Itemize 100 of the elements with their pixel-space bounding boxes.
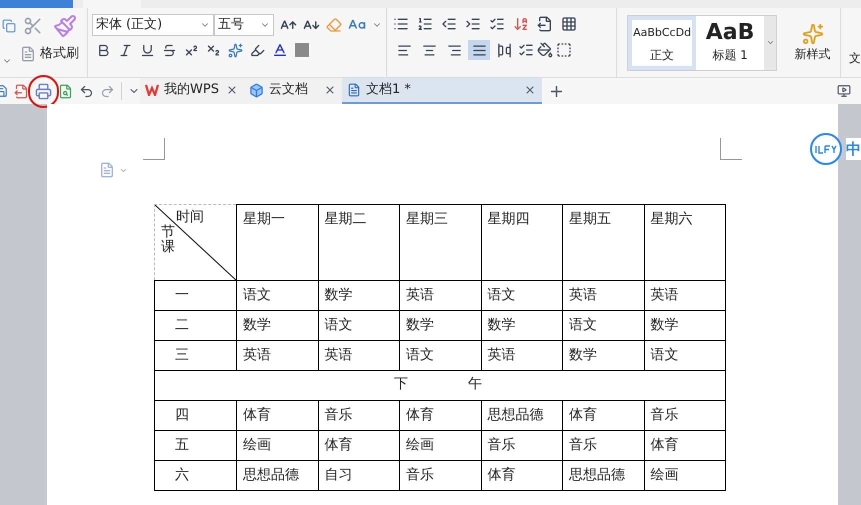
table-cell: 绘画 xyxy=(644,460,726,490)
table-cell: 星期五 xyxy=(562,204,644,280)
borders-icon[interactable] xyxy=(556,42,572,58)
table-cell: 体育 xyxy=(481,460,562,490)
document-tab[interactable]: 文档1 * xyxy=(342,78,542,104)
document-tab[interactable]: 云文档 xyxy=(244,78,342,104)
table-cell: 音乐 xyxy=(481,430,562,460)
table-cell: 星期二 xyxy=(318,204,400,280)
cube-icon xyxy=(249,82,264,98)
numbered-list-icon[interactable] xyxy=(417,16,434,32)
font-name-dropdown[interactable]: 宋体 (正文) xyxy=(92,14,214,36)
crop-mark xyxy=(720,138,742,160)
table-cell: 英语 xyxy=(400,280,481,310)
table-cell: 英语 xyxy=(644,280,726,310)
table-cell: 体育 xyxy=(318,430,400,460)
align-lines-icon xyxy=(422,42,437,58)
table-cell: 五 xyxy=(154,430,236,460)
table-cell-text: 午 xyxy=(468,375,482,394)
new-style-button[interactable]: 新样式 xyxy=(794,44,831,62)
superscript-icon[interactable] xyxy=(184,42,199,58)
w-logo-icon xyxy=(145,84,159,96)
table-cell: 体育 xyxy=(400,400,481,430)
highlighter-icon[interactable] xyxy=(250,42,265,58)
table-cell: 星期六 xyxy=(644,204,726,280)
table-cell: 数学 xyxy=(481,310,562,340)
header-label: 节课 xyxy=(161,225,175,256)
align-lines-icon xyxy=(446,42,462,58)
table-cell: 语文 xyxy=(481,280,562,310)
table-cell: 思想品德 xyxy=(236,460,318,490)
table-cell: 音乐 xyxy=(644,400,726,430)
table-cell: 一 xyxy=(154,280,236,310)
text-tool-label[interactable]: 文 xyxy=(849,49,861,67)
table-cell: 星期三 xyxy=(400,204,481,280)
font-color-icon[interactable] xyxy=(272,42,288,58)
table-cell-text: 下 xyxy=(394,375,408,394)
table-cell: 英语 xyxy=(236,340,318,370)
table-cell: 自习 xyxy=(318,460,400,490)
undo-icon[interactable] xyxy=(79,84,94,98)
indent-decrease-icon[interactable] xyxy=(441,16,458,32)
gallery-scroll-icon[interactable] xyxy=(766,38,775,47)
table-cell: 语文 xyxy=(644,340,726,370)
crop-mark xyxy=(143,138,165,160)
table-cell: 数学 xyxy=(400,310,481,340)
align-button[interactable] xyxy=(468,40,490,60)
document-tab[interactable]: 我的WPS xyxy=(140,78,244,104)
document-icon xyxy=(347,83,361,97)
style-option[interactable]: AaBbCcDd 正文 xyxy=(628,16,696,70)
character-shading-icon[interactable] xyxy=(294,43,309,57)
table-icon[interactable] xyxy=(561,16,578,32)
strikethrough-icon[interactable] xyxy=(162,42,177,58)
table-cell: 四 xyxy=(154,400,236,430)
table-cell: 体育 xyxy=(236,400,318,430)
table-cell: 星期四 xyxy=(481,204,562,280)
style-option[interactable]: AaB 标题 1 xyxy=(696,16,764,70)
indent-increase-icon[interactable] xyxy=(465,16,482,32)
table-cell: 三 xyxy=(154,340,236,370)
ifly-input-label[interactable]: 中 xyxy=(846,138,861,160)
paintbrush-icon[interactable] xyxy=(52,14,76,38)
table-cell: 音乐 xyxy=(318,400,400,430)
table-cell: 英语 xyxy=(318,340,400,370)
table-cell: 二 xyxy=(154,310,236,340)
bullet-list-icon[interactable] xyxy=(393,16,410,32)
close-icon[interactable] xyxy=(524,84,536,96)
table-cell: 数学 xyxy=(562,340,644,370)
table-cell: 英语 xyxy=(481,340,562,370)
presentation-icon[interactable] xyxy=(837,84,851,98)
font-size-dropdown[interactable]: 五号 xyxy=(214,14,274,36)
align-lines-icon xyxy=(496,42,512,58)
sort-icon[interactable] xyxy=(513,16,530,32)
align-lines-icon xyxy=(396,42,412,58)
table-cell: 思想品德 xyxy=(562,460,644,490)
table-cell: 音乐 xyxy=(400,460,481,490)
table-cell: 语文 xyxy=(400,340,481,370)
table-cell: 数学 xyxy=(644,310,726,340)
export-pdf-icon[interactable] xyxy=(14,84,29,98)
table-cell: 语文 xyxy=(236,280,318,310)
text-effect-icon[interactable] xyxy=(228,42,243,58)
italic-icon[interactable] xyxy=(118,42,133,58)
table-cell: 六 xyxy=(154,460,236,490)
table-cell: 绘画 xyxy=(236,430,318,460)
close-icon[interactable] xyxy=(324,84,336,96)
print-preview-icon[interactable] xyxy=(58,84,73,98)
table-cell: 体育 xyxy=(644,430,726,460)
subscript-icon[interactable] xyxy=(206,42,221,58)
printer-icon[interactable] xyxy=(35,82,52,100)
table-cell: 星期一 xyxy=(236,204,318,280)
table-cell: 思想品德 xyxy=(481,400,562,430)
table-cell: 数学 xyxy=(236,310,318,340)
close-icon[interactable] xyxy=(226,84,238,96)
table-cell: 数学 xyxy=(318,280,400,310)
table-cell: 语文 xyxy=(562,310,644,340)
table-cell: 英语 xyxy=(562,280,644,310)
align-lines-icon xyxy=(472,42,487,58)
table-cell: 音乐 xyxy=(562,430,644,460)
table-cell: 体育 xyxy=(562,400,644,430)
format-painter-button[interactable]: 格式刷 xyxy=(40,44,79,64)
shading-icon[interactable] xyxy=(537,42,554,58)
underline-icon[interactable] xyxy=(140,42,155,58)
table-cell: 语文 xyxy=(318,310,400,340)
table-cell: 绘画 xyxy=(400,430,481,460)
